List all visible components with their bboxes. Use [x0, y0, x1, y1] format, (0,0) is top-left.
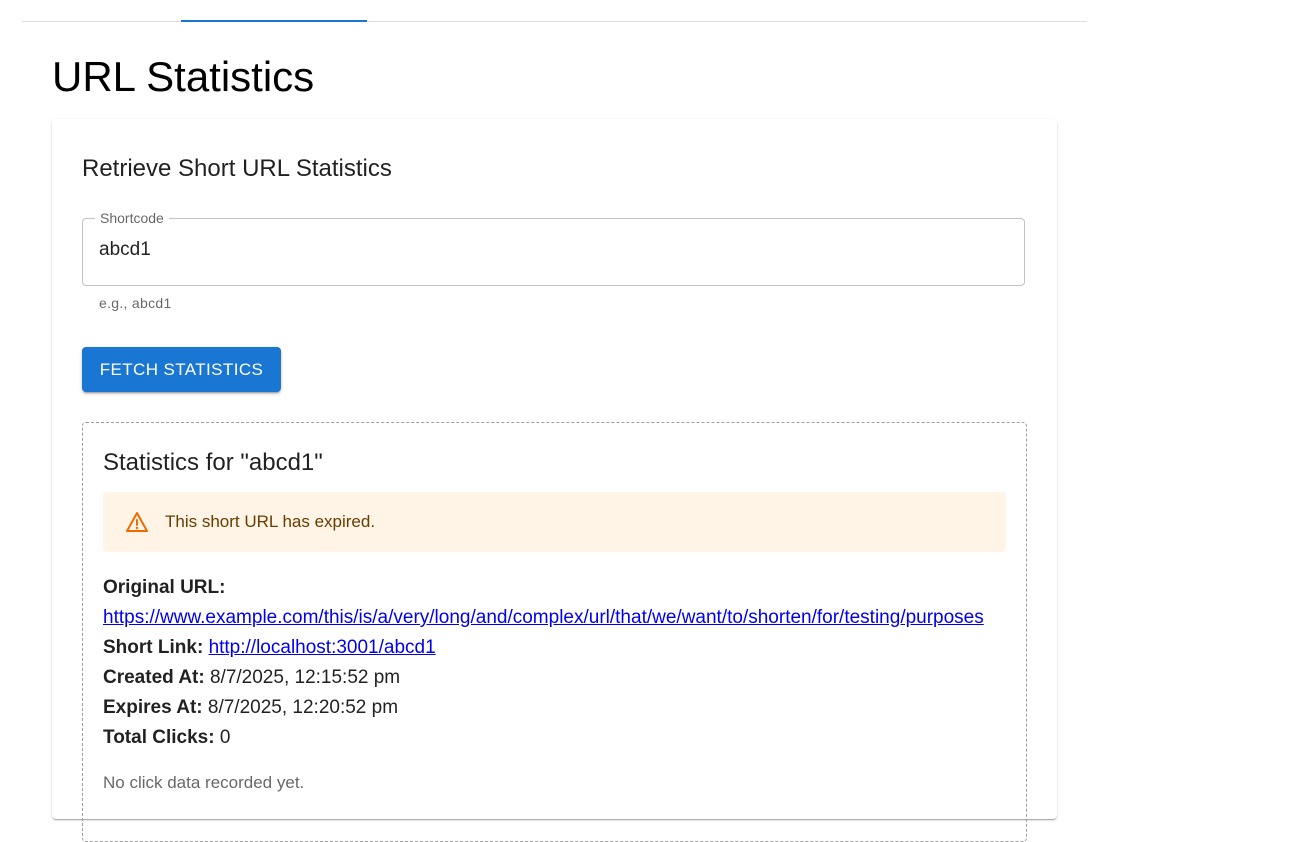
tabs-bar: [22, 0, 1087, 22]
total-clicks-label: Total Clicks:: [103, 727, 215, 748]
created-at-row: Created At: 8/7/2025, 12:15:52 pm: [103, 663, 1123, 693]
total-clicks-value: 0: [219, 727, 231, 748]
expired-alert: This short URL has expired.: [103, 492, 1006, 552]
results-panel: Statistics for "abcd1" This short URL ha…: [82, 422, 1027, 842]
total-clicks-row: Total Clicks: 0: [103, 723, 1123, 753]
card-heading: Retrieve Short URL Statistics: [82, 155, 392, 182]
shortcode-field[interactable]: Shortcode: [82, 210, 1025, 286]
short-link-row: Short Link: http://localhost:3001/abcd1: [103, 633, 1123, 663]
active-tab-indicator: [181, 20, 367, 22]
statistics-card: Retrieve Short URL Statistics Shortcode …: [52, 119, 1057, 842]
expires-at-row: Expires At: 8/7/2025, 12:20:52 pm: [103, 693, 1123, 723]
fetch-statistics-button[interactable]: FETCH STATISTICS: [82, 347, 281, 392]
page-title: URL Statistics: [52, 53, 315, 100]
url-details: Original URL: https://www.example.com/th…: [103, 573, 1123, 753]
no-click-data-note: No click data recorded yet.: [103, 773, 305, 792]
original-url-label: Original URL:: [103, 577, 226, 598]
alert-text: This short URL has expired.: [165, 512, 376, 531]
shortcode-helper-text: e.g., abcd1: [99, 295, 172, 311]
short-link[interactable]: http://localhost:3001/abcd1: [209, 637, 436, 658]
original-url-row: https://www.example.com/this/is/a/very/l…: [103, 603, 1123, 633]
expires-at-label: Expires At:: [103, 697, 203, 718]
short-link-label: Short Link:: [103, 637, 204, 658]
warning-icon: [126, 512, 148, 532]
created-at-label: Created At:: [103, 667, 205, 688]
shortcode-input[interactable]: [99, 239, 999, 261]
original-url-label-row: Original URL:: [103, 573, 1123, 603]
created-at-value: 8/7/2025, 12:15:52 pm: [209, 667, 401, 688]
results-heading: Statistics for "abcd1": [103, 449, 323, 476]
original-url-link[interactable]: https://www.example.com/this/is/a/very/l…: [103, 607, 984, 628]
expires-at-value: 8/7/2025, 12:20:52 pm: [207, 697, 399, 718]
shortcode-field-label: Shortcode: [95, 210, 169, 226]
